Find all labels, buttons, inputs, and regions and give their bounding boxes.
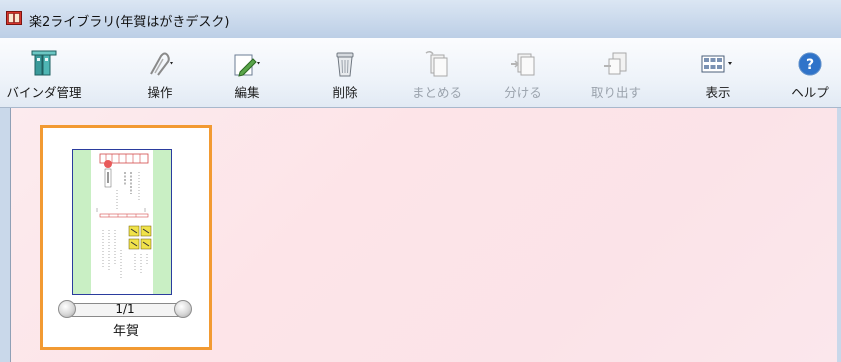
title-bar[interactable]: 楽2ライブラリ(年賀はがきデスク) [0, 0, 841, 38]
edit-icon [234, 54, 260, 77]
trash-icon [336, 52, 354, 77]
help-button[interactable]: ? ヘルプ [785, 42, 835, 102]
extract-icon [604, 52, 627, 75]
page-indicator: 1/1 [115, 302, 135, 316]
split-label: 分ける [504, 85, 542, 100]
split-button[interactable]: 分ける [493, 42, 553, 102]
operation-button[interactable]: 操作 [135, 42, 185, 102]
view-icon [701, 55, 732, 73]
delete-label: 削除 [332, 85, 358, 100]
extract-label: 取り出す [590, 85, 641, 100]
combine-button[interactable]: まとめる [405, 42, 469, 102]
postcard-thumbnail[interactable] [72, 149, 172, 295]
operation-label: 操作 [147, 85, 173, 100]
app-icon [6, 11, 22, 25]
split-icon [511, 53, 535, 76]
binder-icon [31, 50, 57, 76]
extract-button[interactable]: 取り出す [580, 42, 652, 102]
document-label: 年賀 [112, 324, 139, 339]
help-icon: ? [798, 52, 822, 76]
binder-manage-label: バインダ管理 [6, 85, 82, 100]
binder-manage-button[interactable]: バインダ管理 [4, 42, 84, 102]
edit-label: 編集 [234, 85, 260, 100]
svg-text:?: ? [806, 57, 814, 73]
operation-icon [150, 52, 173, 76]
help-label: ヘルプ [791, 85, 829, 100]
view-button[interactable]: 表示 [693, 42, 743, 102]
edit-button[interactable]: 編集 [222, 42, 272, 102]
combine-label: まとめる [411, 85, 462, 100]
toolbar: バインダ管理 操作 編集 削除 まとめる 分ける 取り出す 表示 ? ヘルプ [0, 38, 841, 108]
app-window: 楽2ライブラリ(年賀はがきデスク) バインダ管理 操作 編集 削除 まとめる 分… [0, 0, 841, 362]
window-title: 楽2ライブラリ(年賀はがきデスク) [29, 15, 230, 30]
delete-button[interactable]: 削除 [320, 42, 370, 102]
postcard-preview [73, 150, 171, 294]
view-label: 表示 [705, 85, 731, 100]
combine-icon [425, 50, 448, 77]
